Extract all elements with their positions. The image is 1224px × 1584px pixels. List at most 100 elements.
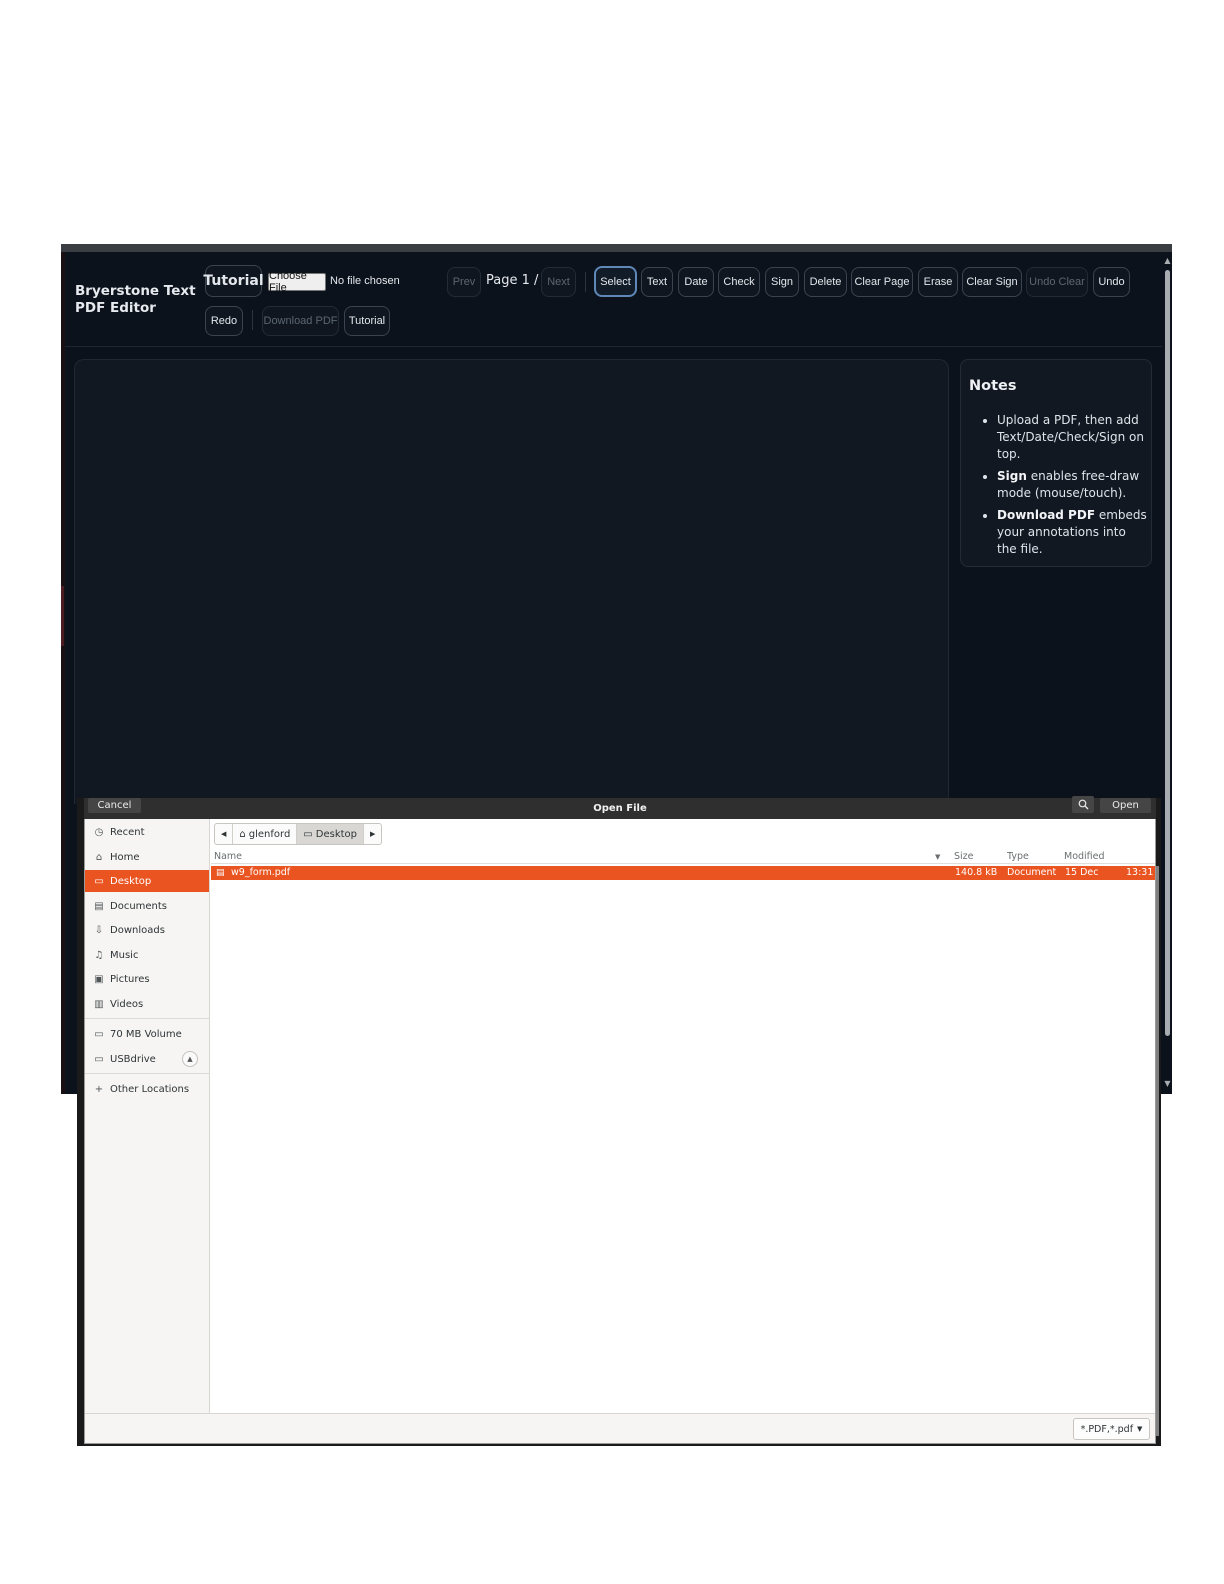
chevron-down-icon: ▼ bbox=[1137, 1425, 1143, 1433]
place-label: Home bbox=[110, 851, 140, 863]
text-tool-button[interactable]: Text bbox=[641, 267, 673, 297]
app-title: Bryerstone Text PDF Editor bbox=[75, 283, 196, 316]
path-crumb-label: glenford bbox=[248, 828, 291, 840]
erase-button[interactable]: Erase bbox=[918, 267, 958, 297]
drive-icon: ▭ bbox=[94, 1053, 104, 1065]
next-page-button[interactable]: Next bbox=[541, 267, 576, 297]
column-header-type[interactable]: Type bbox=[1007, 851, 1029, 862]
tutorial-button[interactable]: Tutorial bbox=[344, 306, 390, 336]
notes-item-bold: Download PDF bbox=[997, 508, 1096, 522]
notes-panel: Notes Upload a PDF, then add Text/Date/C… bbox=[960, 359, 1152, 567]
sign-tool-button[interactable]: Sign bbox=[765, 267, 799, 297]
page-scrollbar-thumb[interactable] bbox=[1165, 270, 1170, 1036]
clear-sign-button[interactable]: Clear Sign bbox=[962, 267, 1022, 297]
place-downloads[interactable]: ⇩ Downloads bbox=[85, 919, 209, 941]
download-icon: ⇩ bbox=[94, 924, 104, 936]
clock-icon: ◷ bbox=[94, 826, 104, 838]
column-header-size[interactable]: Size bbox=[954, 851, 974, 862]
redo-button[interactable]: Redo bbox=[205, 306, 243, 336]
film-icon: ▥ bbox=[94, 998, 104, 1010]
select-tool-button[interactable]: Select bbox=[594, 266, 637, 297]
notes-list: Upload a PDF, then add Text/Date/Check/S… bbox=[969, 412, 1147, 563]
file-row[interactable]: ▤ w9_form.pdf 140.8 kB Document 15 Dec 1… bbox=[211, 866, 1155, 880]
date-tool-button[interactable]: Date bbox=[678, 267, 714, 297]
browser-top-strip bbox=[61, 244, 1172, 252]
dialog-scrollbar[interactable] bbox=[1156, 866, 1159, 1436]
place-label: Desktop bbox=[110, 875, 152, 887]
file-status-text: No file chosen bbox=[330, 275, 400, 287]
header-divider bbox=[65, 346, 1162, 347]
path-crumb-label: Desktop bbox=[315, 828, 357, 840]
path-bar: ◀ ⌂ glenford ▭ Desktop ▶ bbox=[214, 823, 383, 845]
place-label: Recent bbox=[110, 826, 145, 838]
document-icon: ▤ bbox=[94, 900, 104, 912]
column-header-name[interactable]: Name bbox=[214, 851, 242, 862]
home-icon: ⌂ bbox=[95, 851, 103, 863]
music-icon: ♫ bbox=[94, 949, 104, 961]
file-filter-select[interactable]: *.PDF,*.pdf ▼ bbox=[1073, 1418, 1150, 1440]
eject-icon[interactable]: ▲ bbox=[182, 1051, 198, 1067]
place-recent[interactable]: ◷ Recent bbox=[85, 821, 209, 843]
open-button[interactable]: Open bbox=[1100, 798, 1151, 813]
notes-item-bold: Sign bbox=[997, 469, 1027, 483]
dialog-footer bbox=[85, 1414, 1155, 1443]
cancel-button[interactable]: Cancel bbox=[88, 798, 141, 813]
file-modified-time: 13:31 bbox=[1126, 867, 1154, 878]
places-divider bbox=[85, 1073, 209, 1074]
check-tool-button[interactable]: Check bbox=[718, 267, 760, 297]
tutorial-header-button[interactable]: Tutorial bbox=[203, 265, 264, 297]
search-icon bbox=[1078, 799, 1088, 810]
path-crumb-home[interactable]: ⌂ glenford bbox=[233, 824, 298, 844]
home-icon: ⌂ bbox=[239, 828, 246, 840]
place-label: 70 MB Volume bbox=[110, 1028, 182, 1040]
place-70mb-volume[interactable]: ▭ 70 MB Volume bbox=[85, 1023, 209, 1045]
place-label: Downloads bbox=[110, 924, 165, 936]
window-left-edge-accent bbox=[61, 586, 64, 646]
clear-page-button[interactable]: Clear Page bbox=[851, 267, 913, 297]
notes-item: Upload a PDF, then add Text/Date/Check/S… bbox=[997, 412, 1147, 463]
delete-button[interactable]: Delete bbox=[804, 267, 847, 297]
chevron-right-icon: ▶ bbox=[370, 830, 376, 838]
desktop-icon: ▭ bbox=[303, 828, 313, 840]
path-back-button[interactable]: ◀ bbox=[215, 824, 234, 844]
path-forward-button[interactable]: ▶ bbox=[364, 824, 381, 844]
dialog-title: Open File bbox=[593, 803, 647, 814]
place-pictures[interactable]: ▣ Pictures bbox=[85, 968, 209, 990]
undo-clear-button[interactable]: Undo Clear bbox=[1026, 267, 1088, 297]
prev-page-button[interactable]: Prev bbox=[447, 267, 481, 297]
place-label: Other Locations bbox=[110, 1083, 190, 1095]
file-modified-date: 15 Dec bbox=[1065, 867, 1099, 878]
search-button[interactable] bbox=[1072, 796, 1094, 813]
pdf-canvas-area[interactable] bbox=[74, 359, 949, 804]
notes-item: Download PDF embeds your annotations int… bbox=[997, 507, 1147, 558]
place-music[interactable]: ♫ Music bbox=[85, 944, 209, 966]
place-videos[interactable]: ▥ Videos bbox=[85, 993, 209, 1015]
undo-button[interactable]: Undo bbox=[1093, 267, 1130, 297]
download-pdf-button[interactable]: Download PDF bbox=[262, 306, 339, 336]
open-file-dialog bbox=[84, 798, 1156, 1444]
chevron-left-icon: ◀ bbox=[221, 830, 227, 838]
list-header-divider bbox=[211, 863, 1155, 864]
place-desktop[interactable]: ▭ Desktop bbox=[85, 870, 209, 892]
file-filter-label: *.PDF,*.pdf bbox=[1080, 1423, 1134, 1435]
place-other-locations[interactable]: + Other Locations bbox=[85, 1078, 209, 1100]
place-label: Pictures bbox=[110, 973, 150, 985]
picture-icon: ▣ bbox=[94, 973, 104, 985]
file-name: w9_form.pdf bbox=[231, 867, 291, 878]
place-documents[interactable]: ▤ Documents bbox=[85, 895, 209, 917]
place-home[interactable]: ⌂ Home bbox=[85, 846, 209, 868]
notes-item-text: Upload a PDF, then add Text/Date/Check/S… bbox=[997, 413, 1144, 461]
place-label: USBdrive bbox=[110, 1053, 156, 1065]
choose-file-button[interactable]: Choose File bbox=[268, 270, 326, 294]
scroll-up-icon[interactable]: ▲ bbox=[1163, 256, 1172, 265]
file-type: Document bbox=[1007, 867, 1057, 878]
place-label: Videos bbox=[110, 998, 144, 1010]
column-header-modified[interactable]: Modified bbox=[1064, 851, 1105, 862]
plus-icon: + bbox=[94, 1083, 104, 1095]
notes-item: Sign enables free-draw mode (mouse/touch… bbox=[997, 468, 1147, 502]
places-divider bbox=[85, 1018, 209, 1019]
sort-down-icon[interactable]: ▼ bbox=[935, 853, 940, 861]
scroll-down-icon[interactable]: ▼ bbox=[1163, 1079, 1172, 1088]
path-crumb-desktop[interactable]: ▭ Desktop bbox=[297, 824, 364, 844]
pdf-file-icon: ▤ bbox=[216, 868, 225, 878]
